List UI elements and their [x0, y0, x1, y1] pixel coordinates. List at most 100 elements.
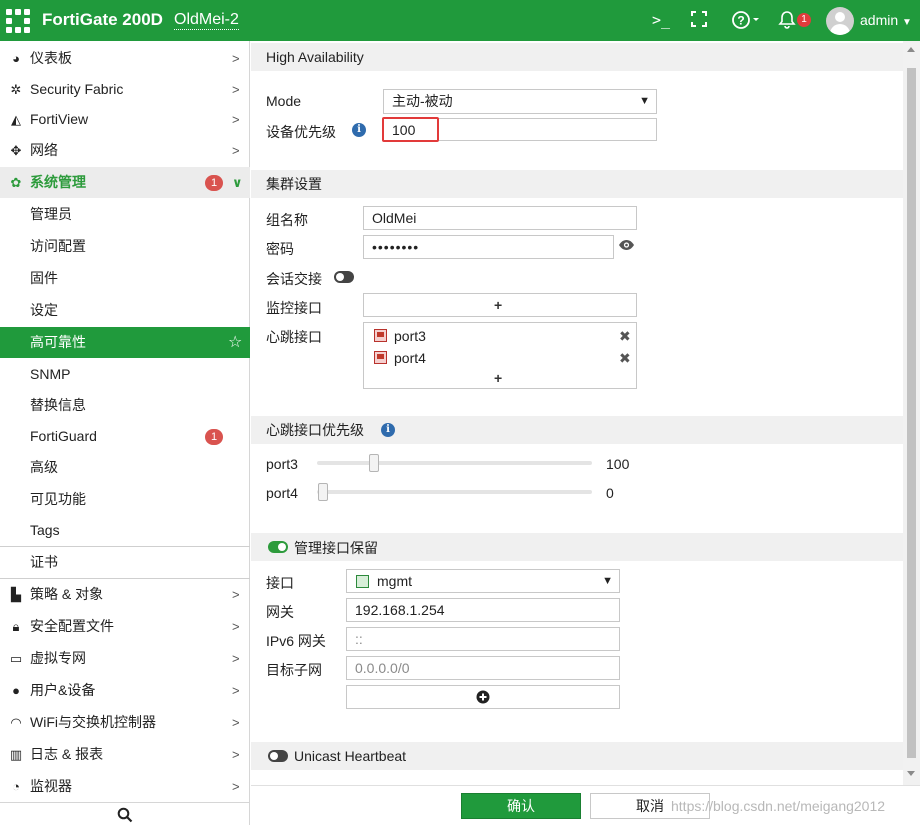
ipv6-gateway-input[interactable]: :: [346, 627, 620, 651]
cli-console-icon[interactable]: >_ [652, 9, 670, 31]
sidebar-item-network[interactable]: ✥ 网络 > [0, 135, 250, 166]
interface-value: mgmt [377, 573, 412, 589]
sidebar-item-user-device[interactable]: ● 用户&设备 > [0, 675, 250, 706]
sidebar-item-admin-profiles[interactable]: 访问配置 [0, 231, 250, 262]
sidebar-item-log-report[interactable]: ▥ 日志 & 报表 > [0, 739, 250, 770]
sidebar-item-administrators[interactable]: 管理员 [0, 199, 250, 230]
remove-icon[interactable]: ✖ [619, 347, 631, 369]
avatar[interactable] [826, 7, 854, 35]
sidebar-item-policy-objects[interactable]: ▙ 策略 & 对象 > [0, 579, 250, 610]
hb-priority-value: 0 [606, 485, 614, 501]
hb-priority-slider-port4[interactable] [317, 490, 592, 494]
caret-down-icon: ▼ [639, 95, 650, 107]
gateway-input[interactable]: 192.168.1.254 [346, 598, 620, 622]
top-bar: FortiGate 200D OldMei-2 >_ ? 1 admin ▼ [0, 0, 920, 41]
group-name-label: 组名称 [266, 212, 308, 228]
sidebar-item-security-fabric[interactable]: ✲ Security Fabric > [0, 74, 250, 105]
interface-select[interactable]: mgmt ▼ [346, 569, 620, 593]
star-icon[interactable]: ☆ [228, 327, 242, 358]
ok-button[interactable]: 确认 [461, 793, 581, 819]
password-input[interactable]: •••••••• [363, 235, 614, 259]
sidebar-item-fortiguard[interactable]: FortiGuard 1 [0, 421, 250, 452]
monitor-interface-field[interactable]: + [363, 293, 637, 317]
sidebar-item-dashboard[interactable]: ◕ 仪表板 > [0, 43, 250, 74]
sidebar-item-label: 设定 [30, 302, 58, 318]
password-value: •••••••• [372, 239, 420, 255]
sidebar-item-certificates[interactable]: 证书 [0, 547, 250, 578]
sidebar-item-replacement-messages[interactable]: 替换信息 [0, 390, 250, 421]
chevron-right-icon: > [232, 82, 240, 97]
sidebar-item-label: 日志 & 报表 [30, 746, 104, 762]
fullscreen-icon[interactable] [690, 10, 708, 28]
notification-badge: 1 [797, 13, 811, 27]
sidebar-item-feature-visibility[interactable]: 可见功能 [0, 484, 250, 515]
chart-icon: ◭ [11, 112, 21, 127]
policy-icon: ▙ [11, 587, 21, 602]
sidebar-item-label: 替换信息 [30, 397, 86, 413]
info-icon[interactable]: i [381, 423, 395, 437]
unicast-heartbeat-toggle[interactable] [268, 750, 288, 762]
sidebar-item-label: Security Fabric [30, 81, 124, 97]
section-header-heartbeat-priority: 心跳接口优先级 [251, 416, 903, 444]
destination-subnet-input[interactable]: 0.0.0.0/0 [346, 656, 620, 680]
add-icon[interactable]: + [494, 294, 502, 316]
chevron-right-icon: > [232, 779, 240, 794]
sidebar-item-advanced[interactable]: 高级 [0, 452, 250, 483]
section-title: 心跳接口优先级 [266, 422, 364, 438]
notification-badge: 1 [205, 429, 223, 445]
sidebar-item-label: FortiView [30, 111, 89, 127]
chevron-right-icon: > [232, 587, 240, 602]
hb-priority-slider-port3[interactable] [317, 461, 592, 465]
sidebar-item-label: 网络 [30, 142, 58, 158]
sidebar-item-label: 管理员 [30, 206, 72, 222]
add-icon[interactable]: + [494, 367, 502, 389]
lock-icon: 🔒︎ [12, 619, 20, 634]
slider-thumb[interactable] [369, 454, 379, 472]
sidebar-item-fortiview[interactable]: ◭ FortiView > [0, 104, 250, 135]
group-name-input[interactable]: OldMei [363, 206, 637, 230]
sidebar-item-wifi-switch[interactable]: ◠ WiFi与交换机控制器 > [0, 707, 250, 738]
add-circle-icon[interactable] [476, 690, 490, 704]
sidebar-item-snmp[interactable]: SNMP [0, 359, 250, 390]
bell-icon[interactable] [778, 10, 796, 32]
sidebar-item-security-profiles[interactable]: 🔒︎ 安全配置文件 > [0, 611, 250, 642]
destination-subnet-label: 目标子网 [266, 662, 322, 678]
sidebar-item-vpn[interactable]: ▭ 虚拟专网 > [0, 643, 250, 674]
add-entry-field[interactable] [346, 685, 620, 709]
hostname-link[interactable]: OldMei-2 [174, 11, 239, 30]
sidebar-item-label: 固件 [30, 270, 58, 286]
sidebar-item-settings[interactable]: 设定 [0, 295, 250, 326]
sidebar-item-monitor[interactable]: ◔ 监视器 > [0, 771, 250, 802]
search-icon[interactable] [117, 807, 133, 823]
sidebar-search[interactable] [0, 802, 250, 825]
scroll-down-icon[interactable] [907, 771, 915, 776]
help-menu-icon[interactable]: ? [732, 10, 762, 32]
remove-icon[interactable]: ✖ [619, 325, 631, 347]
slider-thumb[interactable] [318, 483, 328, 501]
sidebar-item-system[interactable]: ✿ 系统管理 1 ∨ [0, 167, 250, 198]
sidebar-item-tags[interactable]: Tags [0, 515, 250, 546]
chevron-right-icon: > [232, 683, 240, 698]
info-icon[interactable]: i [352, 123, 366, 137]
footer: 确认 取消 https://blog.csdn.net/meigang2012 [251, 785, 920, 825]
heartbeat-port-2: port4 [394, 350, 426, 366]
heartbeat-interface-field[interactable]: port3 ✖ port4 ✖ + [363, 322, 637, 389]
scrollbar[interactable] [903, 41, 920, 785]
section-header-cluster: 集群设置 [251, 170, 903, 198]
section-header-ha: High Availability [251, 43, 903, 71]
monitor-interface-label: 监控接口 [266, 300, 322, 316]
gear-icon: ✿ [10, 175, 22, 190]
heartbeat-port-1: port3 [394, 328, 426, 344]
eye-icon[interactable] [618, 239, 635, 251]
scrollbar-thumb[interactable] [907, 68, 916, 758]
user-menu[interactable]: admin ▼ [860, 12, 912, 28]
wifi-icon: ◠ [10, 715, 22, 730]
notification-badge: 1 [205, 175, 223, 191]
mgmt-reserve-toggle[interactable] [268, 541, 288, 553]
sidebar-item-ha[interactable]: 高可靠性 ☆ [0, 327, 250, 358]
session-pickup-toggle[interactable] [334, 271, 354, 283]
scroll-up-icon[interactable] [907, 47, 915, 52]
sidebar-item-label: 仪表板 [30, 50, 72, 66]
mode-select[interactable]: 主动-被动 ▼ [383, 89, 657, 114]
sidebar-item-firmware[interactable]: 固件 [0, 263, 250, 294]
